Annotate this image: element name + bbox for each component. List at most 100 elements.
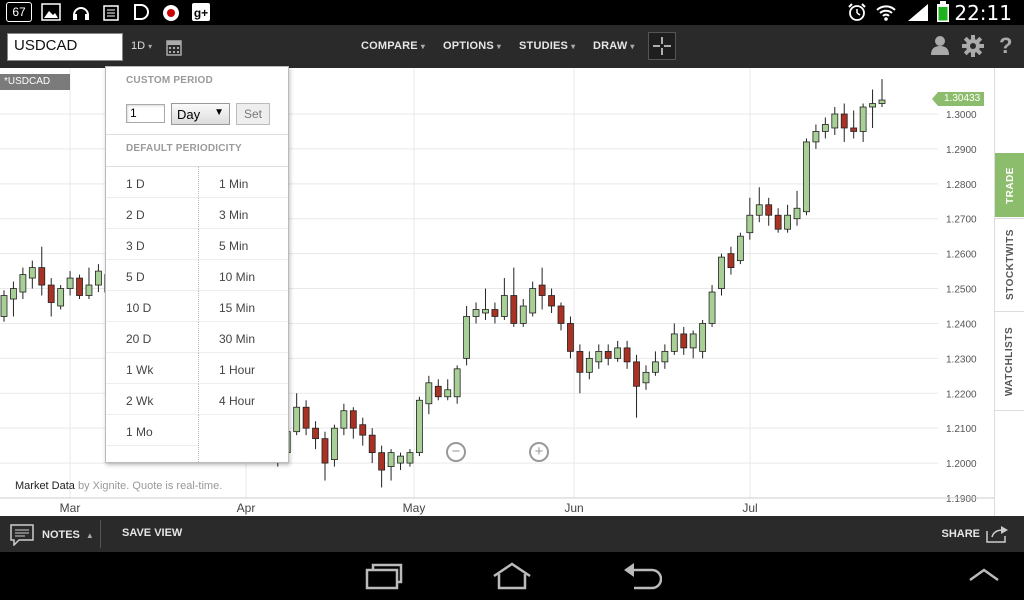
periodicity-option[interactable]: 30 Min: [198, 322, 288, 353]
clock-time: 22:11: [954, 1, 1012, 25]
home-icon[interactable]: [492, 562, 532, 595]
custom-period-count-input[interactable]: 1: [126, 104, 165, 123]
save-view-button[interactable]: SAVE VIEW: [122, 527, 182, 539]
tab-watchlists[interactable]: WATCHLISTS: [995, 311, 1024, 411]
candle-up: [878, 99, 886, 104]
periodicity-option[interactable]: 1 Min: [198, 167, 288, 198]
candle-up: [425, 382, 433, 405]
d-app-icon: [130, 2, 152, 22]
tab-trade[interactable]: TRADE: [995, 153, 1024, 217]
candle-up: [859, 106, 867, 132]
back-icon[interactable]: [622, 562, 663, 595]
periodicity-option[interactable]: 1 D: [106, 167, 198, 198]
share-button[interactable]: SHARE: [941, 525, 1010, 543]
tab-watchlists-label: WATCHLISTS: [1004, 326, 1016, 396]
periodicity-option[interactable]: 4 Hour: [198, 384, 288, 415]
default-periodicity-heading: DEFAULT PERIODICITY: [126, 143, 242, 154]
candle-up: [746, 214, 754, 234]
periodicity-option[interactable]: 3 D: [106, 229, 198, 260]
candle-up: [529, 288, 537, 314]
periodicity-option[interactable]: 2 D: [106, 198, 198, 229]
svg-text:g+: g+: [194, 6, 208, 20]
tab-stocktwits[interactable]: STOCKTWITS: [995, 218, 1024, 310]
periodicity-option[interactable]: 1 Mo: [106, 415, 198, 446]
notes-button[interactable]: NOTES ▲: [10, 524, 94, 546]
candle-up: [463, 316, 471, 359]
candle-up: [831, 113, 839, 129]
alarm-icon: [845, 2, 869, 22]
empty-cell: [198, 415, 288, 462]
compare-menu[interactable]: COMPARE ▾: [361, 40, 425, 52]
periodicity-option[interactable]: 5 D: [106, 260, 198, 291]
chevron-down-icon: ▾: [420, 42, 426, 51]
periodicity-option[interactable]: 3 Min: [198, 198, 288, 229]
chevron-up-icon[interactable]: [968, 568, 1000, 587]
candle-up: [642, 371, 650, 384]
candle-up: [803, 141, 810, 213]
tab-stocktwits-label: STOCKTWITS: [1004, 229, 1016, 300]
candle-up: [821, 124, 829, 132]
notification-count-badge: 67: [6, 2, 32, 22]
options-label: OPTIONS: [443, 40, 494, 52]
image-icon: [40, 2, 62, 22]
wifi-icon: [874, 2, 898, 22]
periodicity-option[interactable]: 5 Min: [198, 229, 288, 260]
tab-trade-label: TRADE: [1004, 166, 1016, 204]
draw-menu[interactable]: DRAW ▾: [593, 40, 635, 52]
candle-up: [755, 204, 763, 216]
candle-down: [368, 434, 376, 454]
bottom-bar: NOTES ▲ SAVE VIEW SHARE: [0, 516, 1024, 552]
candle-down: [840, 113, 848, 129]
candle-down: [557, 305, 565, 324]
studies-label: STUDIES: [519, 40, 569, 52]
candle-up: [406, 452, 414, 464]
market-data-label: Market Data: [15, 480, 75, 492]
candle-up: [718, 256, 725, 289]
candle-up: [340, 410, 348, 429]
periodicity-option[interactable]: 1 Hour: [198, 353, 288, 384]
periodicity-option[interactable]: 10 D: [106, 291, 198, 322]
recent-apps-icon[interactable]: [365, 562, 403, 595]
candle-down: [576, 350, 584, 373]
headphones-icon: [70, 2, 92, 22]
newsstand-icon: [100, 2, 122, 22]
zoom-out-button[interactable]: −: [446, 442, 466, 462]
price-axis-label: 1.3000: [946, 110, 977, 121]
periodicity-option[interactable]: 10 Min: [198, 260, 288, 291]
candle-up: [293, 406, 301, 433]
candle-down: [510, 295, 518, 324]
candle-down: [302, 406, 310, 429]
market-data-attribution: Market Data by Xignite. Quote is real-ti…: [15, 480, 222, 492]
options-menu[interactable]: OPTIONS ▾: [443, 40, 501, 52]
candle-up: [397, 455, 404, 464]
custom-period-unit-select[interactable]: Day ▼: [171, 103, 230, 125]
candle-down: [434, 385, 442, 398]
candle-down: [359, 424, 367, 436]
candle-up: [793, 207, 801, 220]
candle-down: [321, 438, 329, 464]
crosshair-button[interactable]: [648, 32, 676, 60]
studies-menu[interactable]: STUDIES ▾: [519, 40, 575, 52]
periodicity-option[interactable]: 1 Wk: [106, 353, 198, 384]
crosshair-icon: [653, 37, 671, 55]
toolbar: USDCAD 1D ▾ COMPARE ▾ OPTIONS ▾ STUDIES ▾ DR…: [0, 25, 1024, 68]
gear-icon[interactable]: [962, 35, 984, 62]
price-axis-label: 1.2100: [946, 424, 977, 435]
symbol-input[interactable]: USDCAD: [7, 33, 123, 61]
user-icon[interactable]: [930, 35, 950, 60]
candle-down: [491, 309, 499, 317]
zoom-in-button[interactable]: +: [529, 442, 549, 462]
price-axis-label: 1.2900: [946, 145, 977, 156]
period-selector[interactable]: 1D ▾: [131, 40, 152, 52]
set-button[interactable]: Set: [236, 103, 270, 125]
periodicity-option[interactable]: 2 Wk: [106, 384, 198, 415]
price-axis-label: 1.2600: [946, 250, 977, 261]
candle-down: [38, 267, 46, 286]
calendar-icon[interactable]: [166, 39, 182, 61]
periodicity-option[interactable]: 20 D: [106, 322, 198, 353]
google-plus-icon: g+: [190, 2, 212, 22]
candle-up: [869, 103, 876, 108]
price-axis-label: 1.2300: [946, 354, 977, 365]
help-icon[interactable]: ?: [999, 33, 1012, 59]
periodicity-option[interactable]: 15 Min: [198, 291, 288, 322]
